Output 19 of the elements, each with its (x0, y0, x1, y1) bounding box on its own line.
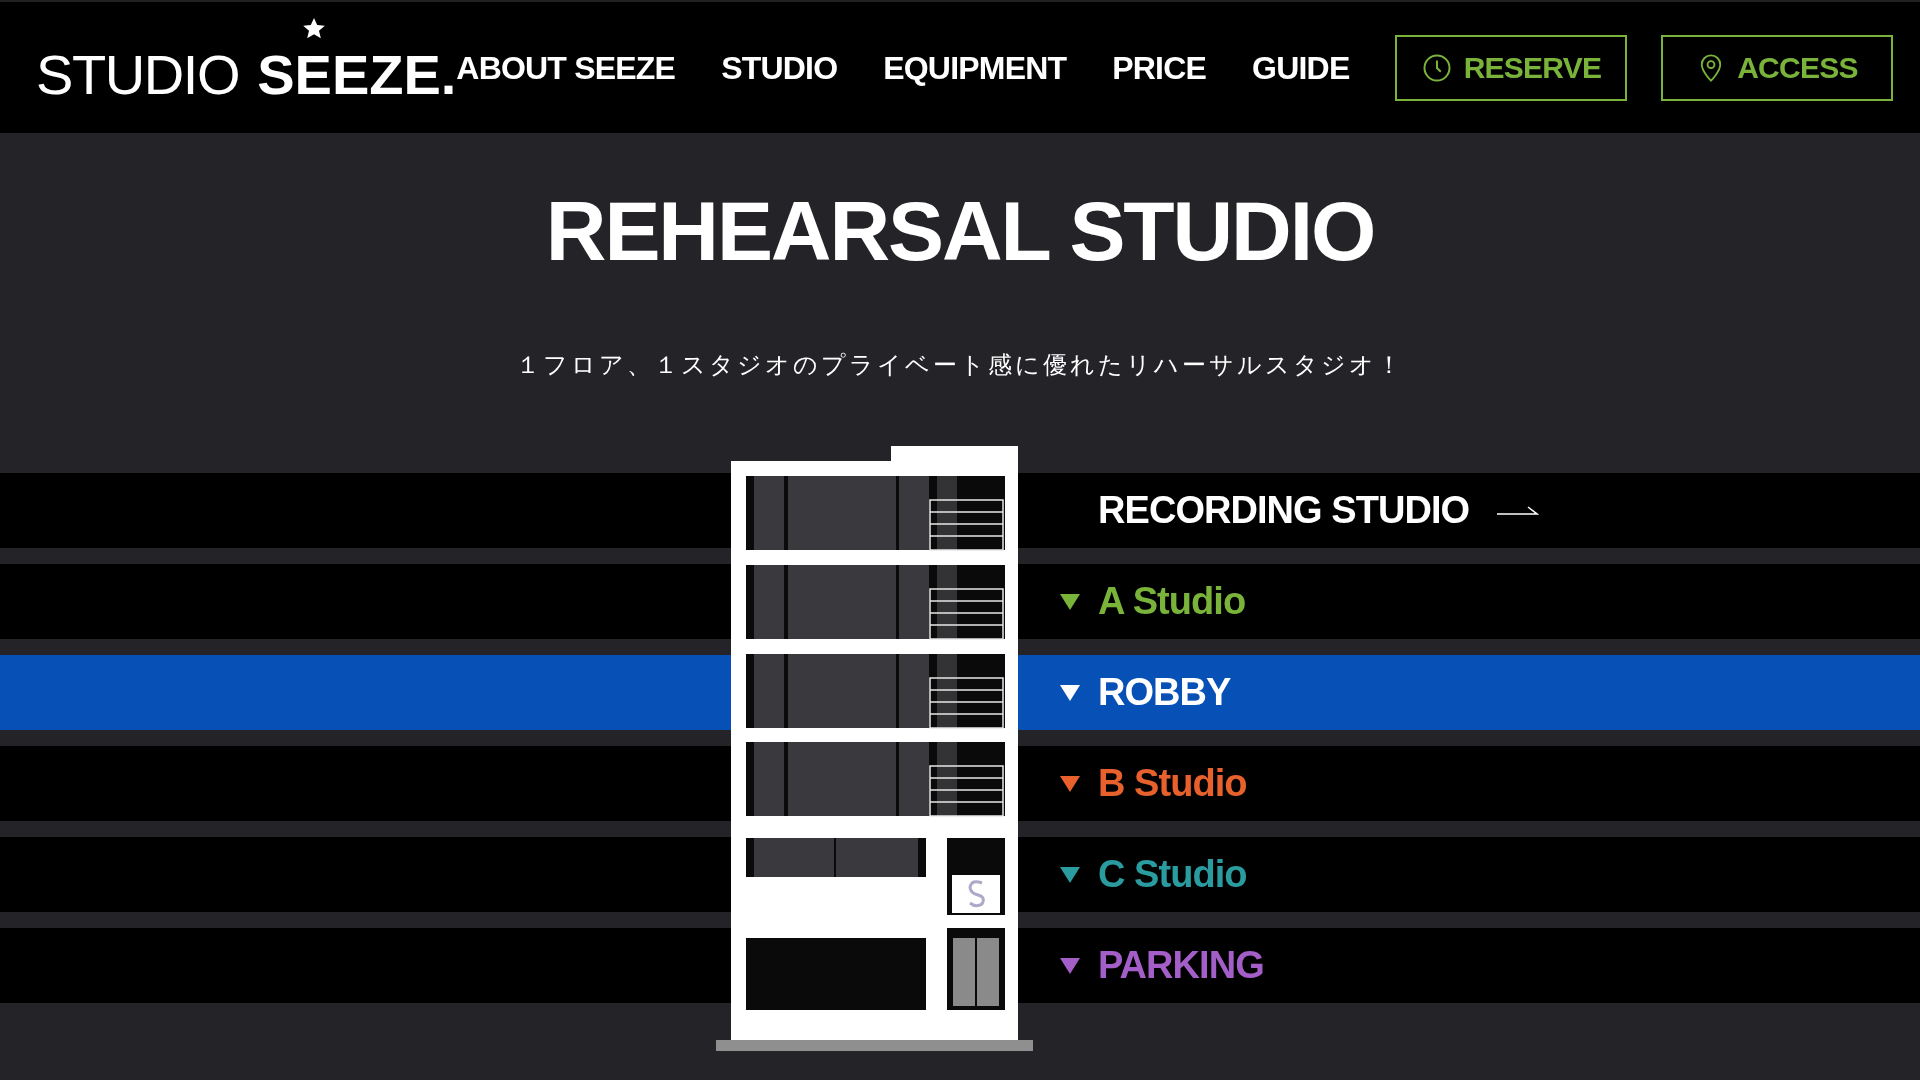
floor-label: PARKING (1098, 943, 1264, 988)
nav-button[interactable]: RESERVE (1395, 34, 1628, 101)
nav-link[interactable]: STUDIO (721, 43, 838, 92)
nav-link[interactable]: EQUIPMENT (883, 43, 1067, 92)
nav-link[interactable]: GUIDE (1252, 43, 1350, 92)
nav-link[interactable]: ABOUT SEEZE (456, 43, 676, 92)
nav-button[interactable]: ACCESS (1661, 34, 1894, 101)
nav-link[interactable]: PRICE (1112, 43, 1207, 92)
page-title: REHEARSAL STUDIO (545, 183, 1375, 280)
floor-label: B Studio (1098, 761, 1247, 806)
clock-icon (1421, 52, 1452, 83)
logo-light-text: STUDIO (36, 46, 240, 103)
subtitle-text: １フロア、１スタジオのプライベート感に優れたリハーサルスタジオ！ (516, 353, 1404, 377)
floor-label: A Studio (1098, 579, 1246, 624)
logo-bold-text: SEEZE. (257, 46, 457, 103)
floor-label: C Studio (1098, 852, 1247, 897)
star-icon (302, 16, 326, 41)
floor-label: RECORDING STUDIO (1098, 488, 1470, 533)
floor-label: ROBBY (1098, 670, 1231, 715)
